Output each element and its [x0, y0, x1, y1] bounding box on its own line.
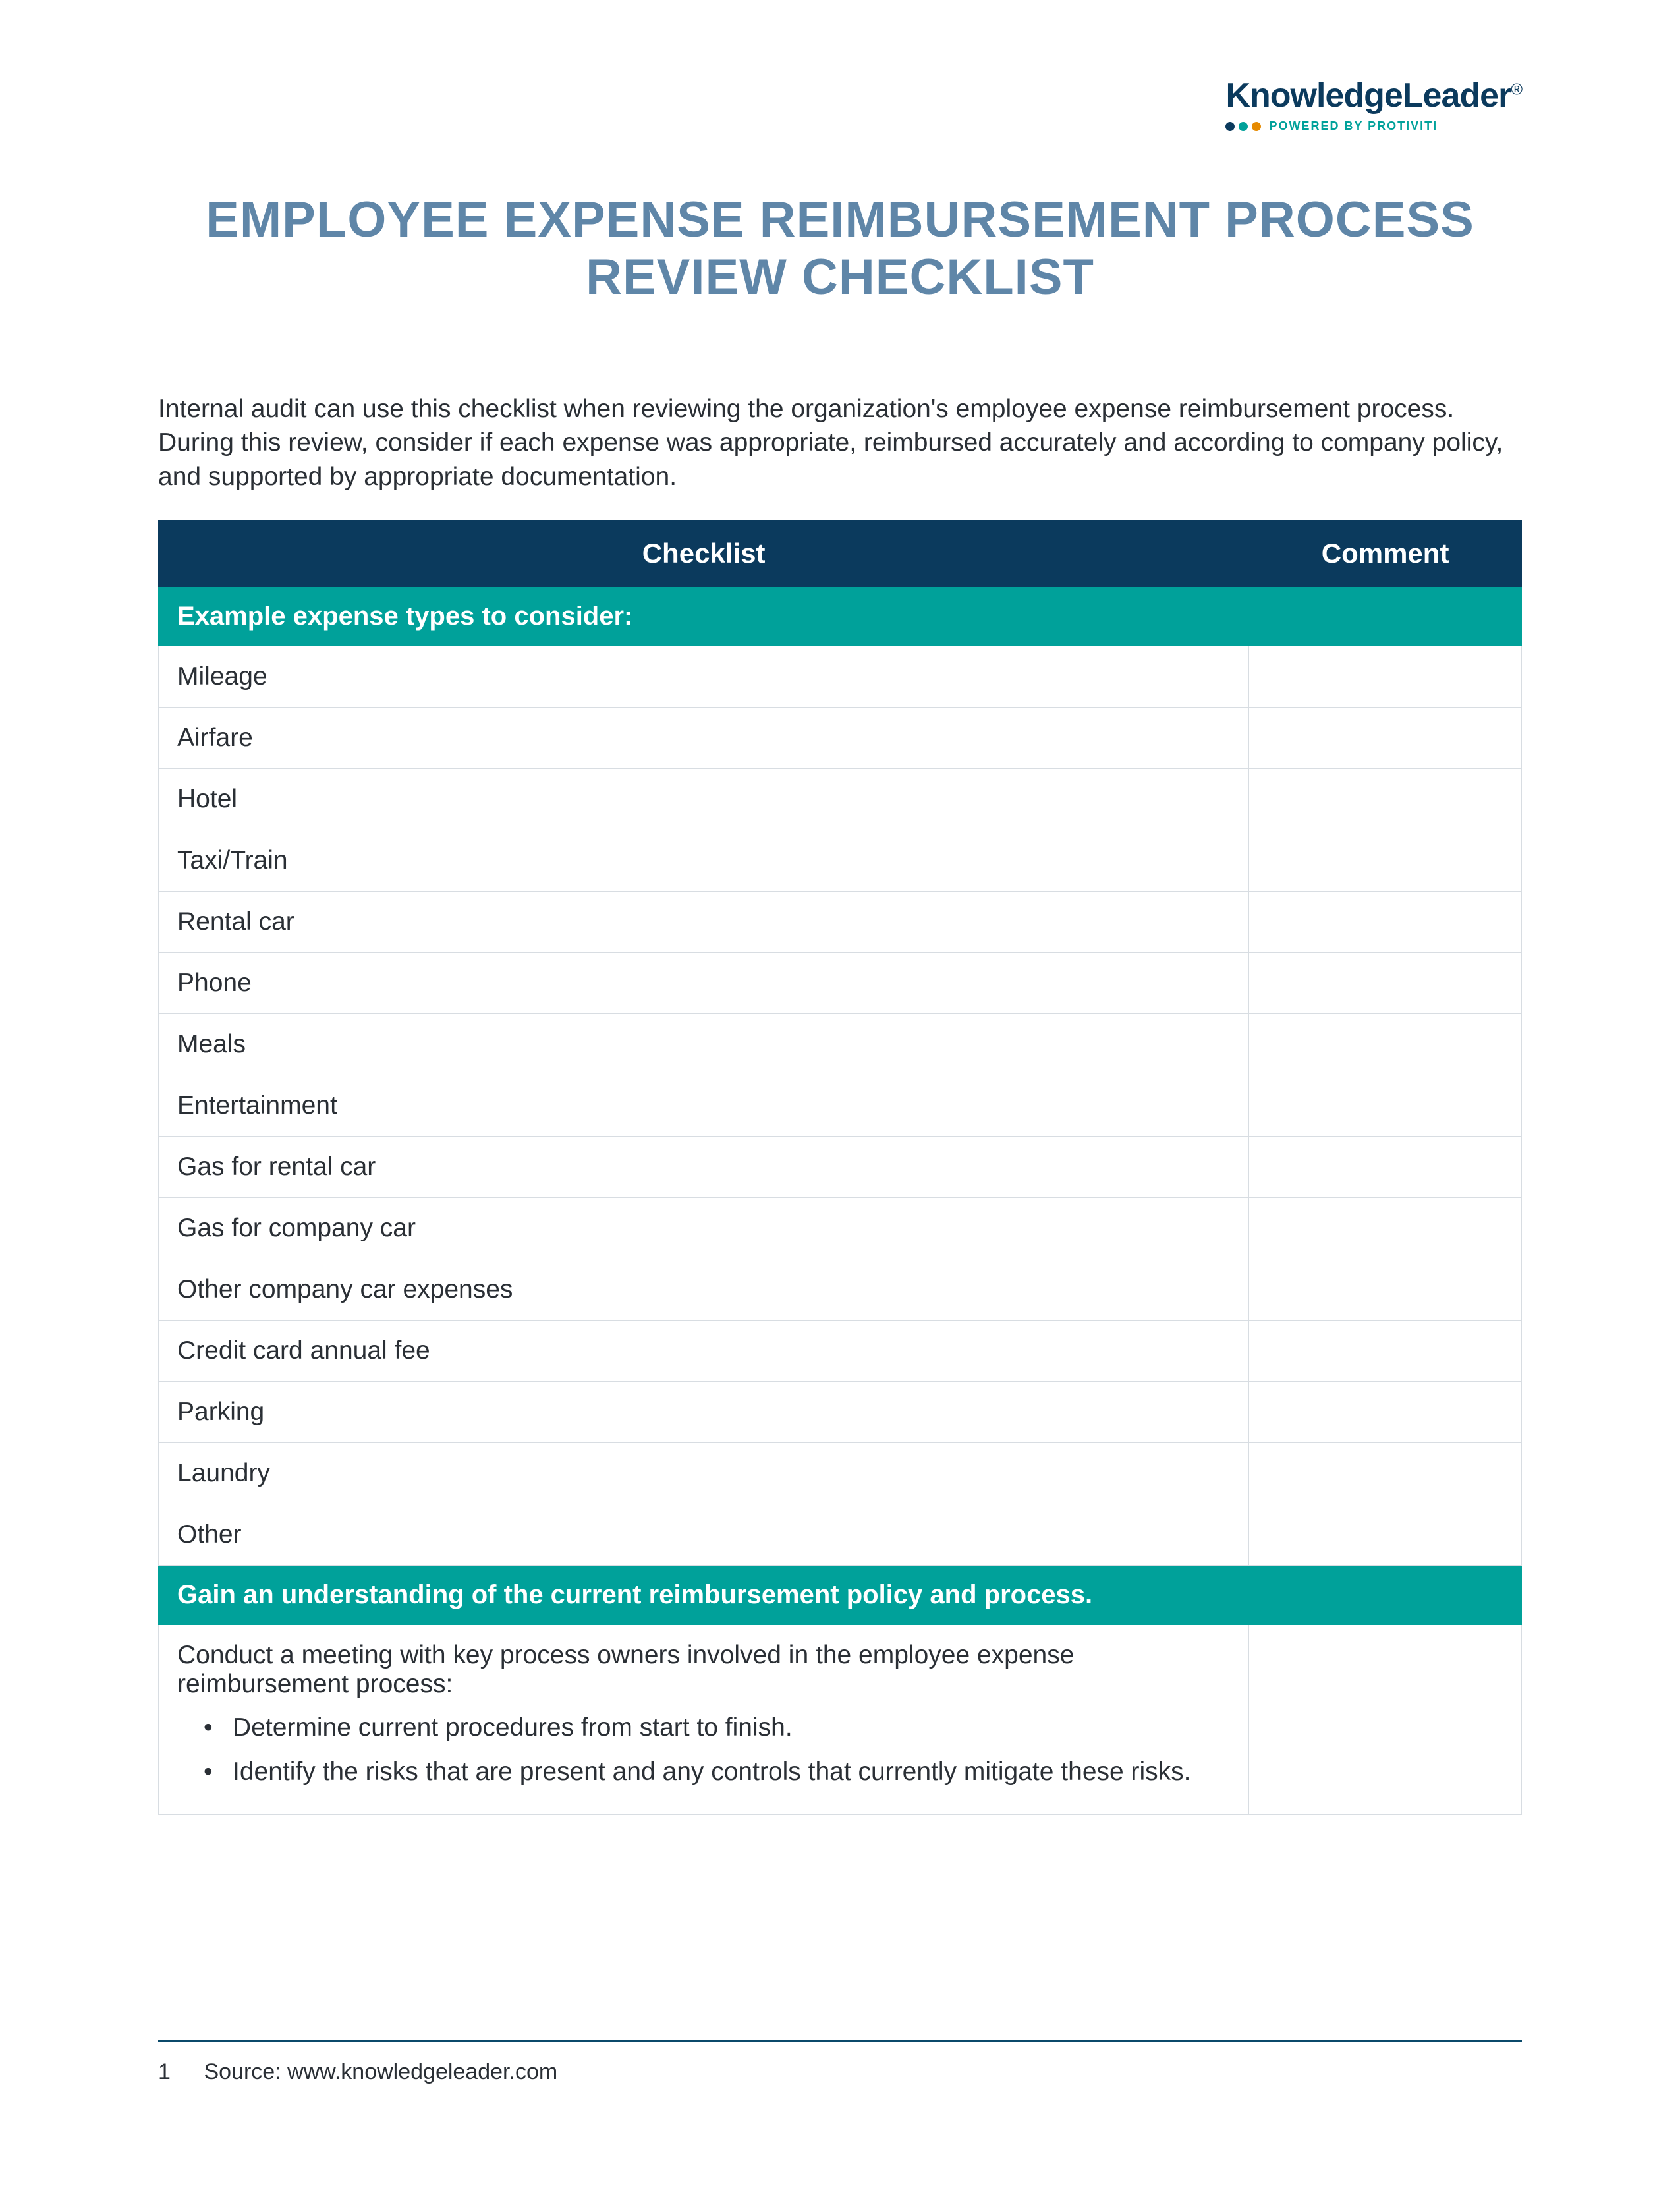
brand-block: KnowledgeLeader® POWERED BY PROTIVITI [1225, 76, 1522, 133]
comment-cell[interactable] [1249, 769, 1522, 830]
comment-cell[interactable] [1249, 1014, 1522, 1075]
bullet-item: Identify the risks that are present and … [204, 1755, 1230, 1790]
checklist-cell: Entertainment [159, 1075, 1249, 1137]
table-row: Mileage [159, 646, 1522, 708]
table-row: Phone [159, 953, 1522, 1014]
complex-bullets: Determine current procedures from start … [177, 1711, 1230, 1789]
comment-cell[interactable] [1249, 830, 1522, 892]
intro-paragraph: Internal audit can use this checklist wh… [158, 392, 1522, 494]
dot-icon [1239, 122, 1248, 131]
checklist-cell: Other company car expenses [159, 1259, 1249, 1321]
checklist-cell: Airfare [159, 708, 1249, 769]
brand-dots [1225, 122, 1261, 131]
checklist-cell: Other [159, 1504, 1249, 1566]
table-row: Conduct a meeting with key process owner… [159, 1625, 1522, 1815]
checklist-cell: Credit card annual fee [159, 1321, 1249, 1382]
comment-cell[interactable] [1249, 708, 1522, 769]
checklist-cell: Meals [159, 1014, 1249, 1075]
table-row: Gas for company car [159, 1198, 1522, 1259]
checklist-cell: Rental car [159, 892, 1249, 953]
comment-cell[interactable] [1249, 646, 1522, 708]
table-row: Entertainment [159, 1075, 1522, 1137]
comment-cell[interactable] [1249, 953, 1522, 1014]
page-number: 1 [158, 2059, 198, 2085]
section-heading: Example expense types to consider: [159, 587, 1522, 646]
table-row: Laundry [159, 1443, 1522, 1504]
comment-cell[interactable] [1249, 1504, 1522, 1566]
comment-cell[interactable] [1249, 1443, 1522, 1504]
checklist-cell: Hotel [159, 769, 1249, 830]
section-heading-row: Gain an understanding of the current rei… [159, 1566, 1522, 1625]
bullet-item: Determine current procedures from start … [204, 1711, 1230, 1746]
checklist-table: Checklist Comment Example expense types … [158, 520, 1522, 1815]
dot-icon [1252, 122, 1261, 131]
checklist-cell: Gas for rental car [159, 1137, 1249, 1198]
footer-text: 1 Source: www.knowledgeleader.com [158, 2059, 1522, 2085]
brand-reg: ® [1511, 81, 1522, 99]
checklist-cell: Gas for company car [159, 1198, 1249, 1259]
brand-name: KnowledgeLeader® [1225, 76, 1522, 115]
header-comment: Comment [1249, 521, 1522, 587]
table-row: Airfare [159, 708, 1522, 769]
comment-cell[interactable] [1249, 1382, 1522, 1443]
section-heading-row: Example expense types to consider: [159, 587, 1522, 646]
checklist-cell: Taxi/Train [159, 830, 1249, 892]
table-row: Other [159, 1504, 1522, 1566]
table-row: Hotel [159, 769, 1522, 830]
page-footer: 1 Source: www.knowledgeleader.com [158, 2040, 1522, 2085]
comment-cell[interactable] [1249, 892, 1522, 953]
checklist-cell: Laundry [159, 1443, 1249, 1504]
footer-source: Source: www.knowledgeleader.com [204, 2059, 557, 2084]
page-title: EMPLOYEE EXPENSE REIMBURSEMENT PROCESS R… [158, 191, 1522, 306]
table-row: Credit card annual fee [159, 1321, 1522, 1382]
comment-cell[interactable] [1249, 1075, 1522, 1137]
table-row: Parking [159, 1382, 1522, 1443]
comment-cell[interactable] [1249, 1321, 1522, 1382]
table-row: Other company car expenses [159, 1259, 1522, 1321]
comment-cell[interactable] [1249, 1198, 1522, 1259]
footer-rule [158, 2040, 1522, 2042]
complex-lead: Conduct a meeting with key process owner… [177, 1641, 1230, 1699]
brand-subline: POWERED BY PROTIVITI [1225, 119, 1522, 133]
table-row: Gas for rental car [159, 1137, 1522, 1198]
brand-tagline: POWERED BY PROTIVITI [1269, 119, 1438, 133]
brand-name-text: KnowledgeLeader [1225, 76, 1511, 115]
dot-icon [1225, 122, 1235, 131]
section-heading: Gain an understanding of the current rei… [159, 1566, 1522, 1625]
checklist-cell: Parking [159, 1382, 1249, 1443]
checklist-cell: Conduct a meeting with key process owner… [159, 1625, 1249, 1815]
header-checklist: Checklist [159, 521, 1249, 587]
table-header-row: Checklist Comment [159, 521, 1522, 587]
table-row: Taxi/Train [159, 830, 1522, 892]
checklist-cell: Phone [159, 953, 1249, 1014]
checklist-cell: Mileage [159, 646, 1249, 708]
table-row: Meals [159, 1014, 1522, 1075]
comment-cell[interactable] [1249, 1259, 1522, 1321]
comment-cell[interactable] [1249, 1137, 1522, 1198]
comment-cell[interactable] [1249, 1625, 1522, 1815]
table-row: Rental car [159, 892, 1522, 953]
